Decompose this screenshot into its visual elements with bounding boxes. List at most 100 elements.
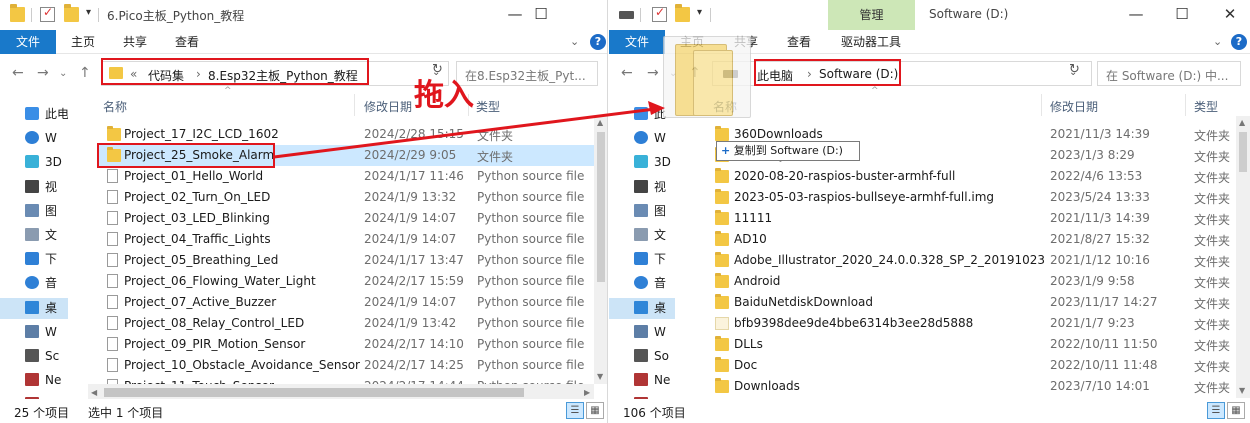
nav-item[interactable]: W bbox=[609, 128, 675, 149]
list-item[interactable]: Project_07_Active_Buzzer 2024/1/9 14:07 Py… bbox=[97, 292, 594, 313]
scroll-right-icon[interactable]: ▶ bbox=[584, 388, 590, 397]
search-input[interactable]: 在 Software (D:) 中... bbox=[1097, 61, 1241, 86]
list-item[interactable]: Project_17_I2C_LCD_1602 2024/2/28 15:15 文件… bbox=[97, 124, 594, 145]
back-icon[interactable]: ← bbox=[12, 65, 24, 81]
ribbon-expand-icon[interactable]: ⌄ bbox=[570, 35, 579, 48]
nav-item[interactable]: W bbox=[0, 128, 68, 149]
item-count: 25 个项目 bbox=[14, 406, 70, 420]
nav-item[interactable]: W bbox=[0, 322, 68, 343]
list-item[interactable]: Android 2023/1/9 9:58 文件夹 bbox=[707, 271, 1236, 292]
tab-view[interactable]: 查看 bbox=[784, 30, 814, 54]
new-folder-icon[interactable] bbox=[675, 4, 690, 22]
file-type: 文件夹 bbox=[1194, 129, 1231, 143]
nav-item[interactable]: So bbox=[609, 346, 675, 367]
minimize-button[interactable]: — bbox=[1113, 3, 1159, 27]
details-view-icon[interactable]: ☰ bbox=[566, 402, 584, 419]
nav-item[interactable]: 视 bbox=[0, 177, 68, 198]
list-item[interactable]: Project_10_Obstacle_Avoidance_Sensor 2024… bbox=[97, 355, 594, 376]
tab-drive-tools[interactable]: 驱动器工具 bbox=[831, 30, 911, 54]
nav-item[interactable]: 音 bbox=[609, 273, 675, 294]
scrollbar-thumb[interactable] bbox=[597, 132, 605, 282]
list-item[interactable]: Project_04_Traffic_Lights 2024/1/9 14:07 P… bbox=[97, 229, 594, 250]
nav-item[interactable]: 视 bbox=[609, 177, 675, 198]
new-folder-icon[interactable] bbox=[64, 4, 79, 22]
column-header-type[interactable]: 类型 bbox=[1194, 98, 1218, 120]
properties-icon[interactable] bbox=[652, 5, 667, 22]
close-button[interactable]: ✕ bbox=[1207, 3, 1250, 27]
ribbon-expand-icon[interactable]: ⌄ bbox=[1213, 35, 1222, 48]
list-item[interactable]: Project_08_Relay_Control_LED 2024/1/9 13:… bbox=[97, 313, 594, 334]
scroll-up-icon[interactable]: ▲ bbox=[1239, 118, 1245, 127]
scrollbar-thumb[interactable] bbox=[104, 388, 524, 397]
list-item[interactable]: Project_06_Flowing_Water_Light 2024/2/17 … bbox=[97, 271, 594, 292]
list-item[interactable]: Project_05_Breathing_Led 2024/1/17 13:47 P… bbox=[97, 250, 594, 271]
nav-item[interactable]: 图 bbox=[0, 201, 68, 222]
nav-item[interactable]: 文 bbox=[609, 225, 675, 246]
list-item[interactable]: Doc 2022/10/11 11:48 文件夹 bbox=[707, 355, 1236, 376]
tab-manage[interactable]: 管理 bbox=[828, 0, 915, 30]
nav-item[interactable]: 下 bbox=[609, 249, 675, 270]
list-item[interactable]: 2023-05-03-raspios-bullseye-armhf-full.i… bbox=[707, 187, 1236, 208]
search-input[interactable]: 在8.Esp32主板_Pyt... bbox=[456, 61, 598, 86]
column-header-date[interactable]: 修改日期 bbox=[364, 98, 412, 120]
vertical-scrollbar[interactable]: ▲ ▼ bbox=[1236, 116, 1250, 398]
column-header-date[interactable]: 修改日期 bbox=[1050, 98, 1098, 120]
quick-access-dropdown-icon[interactable]: ▾ bbox=[86, 7, 91, 18]
nav-item[interactable]: Ne bbox=[609, 370, 675, 391]
nav-item[interactable]: 桌 bbox=[0, 297, 68, 319]
nav-item[interactable]: 下 bbox=[0, 249, 68, 270]
list-item[interactable]: Project_01_Hello_World 2024/1/17 11:46 Pyt… bbox=[97, 166, 594, 187]
tab-file[interactable]: 文件 bbox=[0, 30, 56, 54]
list-item[interactable]: 11111 2021/11/3 14:39 文件夹 bbox=[707, 208, 1236, 229]
refresh-icon[interactable]: ↻ bbox=[1069, 62, 1080, 77]
list-item[interactable]: Project_02_Turn_On_LED 2024/1/9 13:32 Pyth… bbox=[97, 187, 594, 208]
list-item[interactable]: Project_03_LED_Blinking 2024/1/9 14:07 Pyt… bbox=[97, 208, 594, 229]
tab-share[interactable]: 共享 bbox=[120, 30, 150, 54]
file-name: Project_10_Obstacle_Avoidance_Sensor bbox=[124, 358, 360, 372]
nav-item[interactable]: 3D bbox=[609, 152, 675, 173]
nav-item[interactable]: 3D bbox=[0, 152, 68, 173]
nav-item[interactable]: 图 bbox=[609, 201, 675, 222]
scroll-down-icon[interactable]: ▼ bbox=[597, 372, 603, 381]
nav-item-label: W bbox=[654, 324, 666, 339]
recent-locations-icon[interactable]: ⌄ bbox=[59, 68, 67, 79]
list-item[interactable]: Adobe_Illustrator_2020_24.0.0.328_SP_2_2… bbox=[707, 250, 1236, 271]
quick-access-dropdown-icon[interactable]: ▾ bbox=[697, 7, 702, 18]
nav-item[interactable]: Sc bbox=[0, 346, 68, 367]
list-item[interactable]: AD10 2021/8/27 15:32 文件夹 bbox=[707, 229, 1236, 250]
file-name: Project_03_LED_Blinking bbox=[124, 211, 270, 225]
large-icons-view-icon[interactable]: ▦ bbox=[586, 402, 604, 419]
scroll-left-icon[interactable]: ◀ bbox=[91, 388, 97, 397]
list-item[interactable]: DLLs 2022/10/11 11:50 文件夹 bbox=[707, 334, 1236, 355]
column-header-name[interactable]: 名称 bbox=[103, 98, 127, 120]
details-view-icon[interactable]: ☰ bbox=[1207, 402, 1225, 419]
nav-item[interactable]: Ne bbox=[0, 370, 68, 391]
maximize-button[interactable]: ☐ bbox=[1159, 3, 1205, 27]
nav-item[interactable]: 音 bbox=[0, 273, 68, 294]
nav-item[interactable]: 此电 bbox=[0, 104, 68, 125]
list-item[interactable]: 2020-08-20-raspios-buster-armhf-full 2022… bbox=[707, 166, 1236, 187]
list-item[interactable]: Project_09_PIR_Motion_Sensor 2024/2/17 14… bbox=[97, 334, 594, 355]
ribbon-tabs: 文件 主页 共享 查看 ⌄ ? bbox=[0, 30, 607, 54]
nav-item[interactable]: W bbox=[609, 322, 675, 343]
nav-item[interactable]: 桌 bbox=[609, 297, 675, 319]
help-icon[interactable]: ? bbox=[590, 34, 606, 50]
scrollbar-thumb[interactable] bbox=[1239, 132, 1247, 172]
tab-view[interactable]: 查看 bbox=[172, 30, 202, 54]
list-item[interactable]: BaiduNetdiskDownload 2023/11/17 14:27 文件夹 bbox=[707, 292, 1236, 313]
tab-home[interactable]: 主页 bbox=[68, 30, 98, 54]
forward-icon[interactable]: → bbox=[37, 65, 49, 81]
back-icon[interactable]: ← bbox=[621, 65, 633, 81]
list-item[interactable]: Downloads 2023/7/10 14:01 文件夹 bbox=[707, 376, 1236, 397]
large-icons-view-icon[interactable]: ▦ bbox=[1227, 402, 1245, 419]
help-icon[interactable]: ? bbox=[1231, 34, 1247, 50]
column-header-type[interactable]: 类型 bbox=[476, 98, 500, 120]
nav-item[interactable]: 文 bbox=[0, 225, 68, 246]
scroll-down-icon[interactable]: ▼ bbox=[1239, 386, 1245, 395]
maximize-button[interactable]: ☐ bbox=[518, 3, 564, 27]
up-icon[interactable]: ↑ bbox=[79, 65, 91, 81]
properties-icon[interactable] bbox=[40, 5, 55, 22]
scroll-up-icon[interactable]: ▲ bbox=[597, 118, 603, 127]
list-item[interactable]: bfb9398dee9de4bbe6314b3ee28d5888 2021/1/7… bbox=[707, 313, 1236, 334]
vertical-scrollbar[interactable]: ▲ ▼ bbox=[594, 116, 607, 384]
